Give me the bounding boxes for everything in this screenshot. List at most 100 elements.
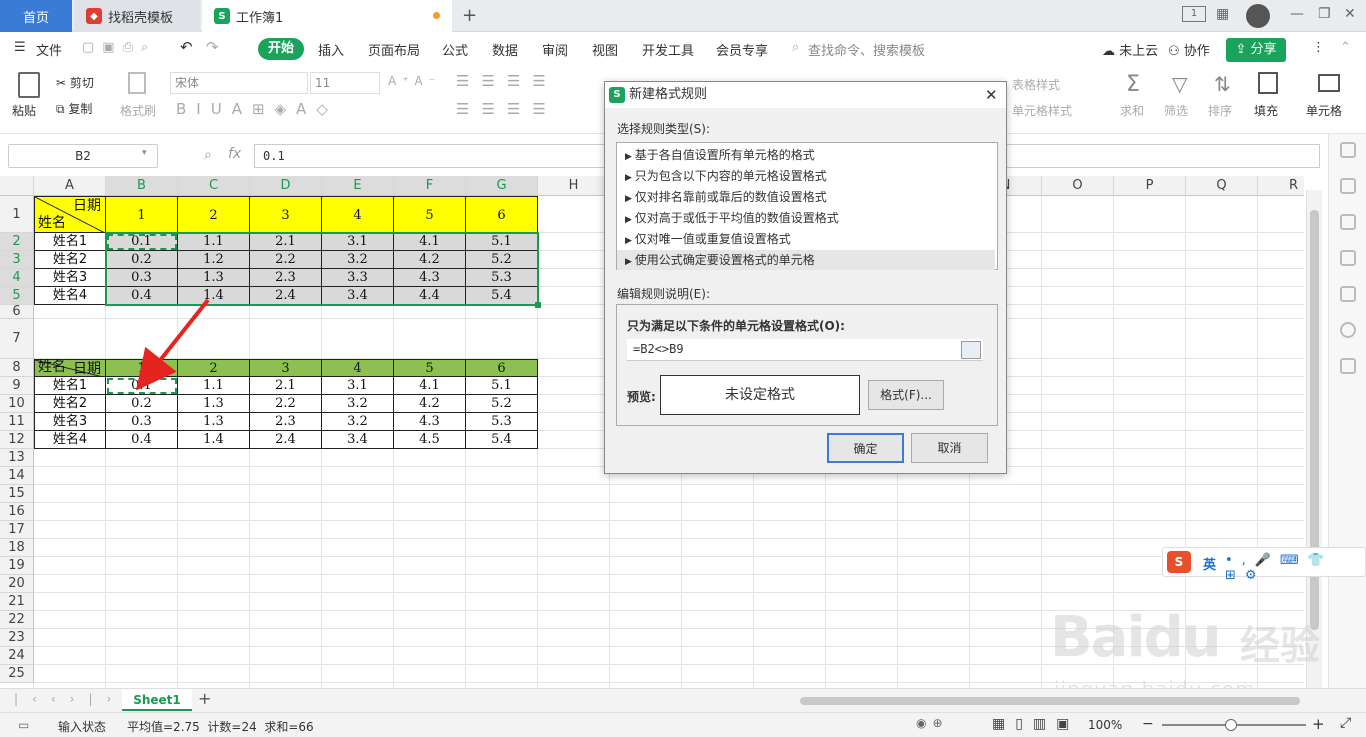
row-header[interactable]: 1 — [0, 196, 34, 233]
sheet-nav-icons[interactable]: |‹‹›|› — [14, 692, 125, 706]
column-header[interactable]: B — [106, 176, 178, 196]
menu-data[interactable]: 数据 — [492, 40, 518, 59]
value-cell[interactable]: 5.3 — [466, 413, 538, 431]
minimize-icon[interactable]: — — [1290, 6, 1304, 22]
cell-style-button[interactable]: 单元格样式 — [1012, 102, 1072, 119]
tab-workbook[interactable]: S 工作簿1 — [202, 0, 452, 32]
row-header[interactable]: 24 — [0, 647, 34, 665]
cut-button[interactable]: ✂ 剪切 — [56, 74, 94, 91]
value-cell[interactable]: 0.4 — [106, 287, 178, 305]
crop-icon[interactable] — [1340, 250, 1356, 266]
sum-icon[interactable]: Σ — [1126, 72, 1140, 97]
day-header-cell[interactable]: 5 — [394, 196, 466, 233]
day-header-cell[interactable]: 6 — [466, 196, 538, 233]
zoom-level[interactable]: 100% — [1088, 718, 1122, 732]
value-cell[interactable]: 5.1 — [466, 233, 538, 251]
rule-type-item[interactable]: ▶ 仅对高于或低于平均值的数值设置格式 — [617, 208, 995, 228]
eye-protect-icons[interactable]: ◉⊕ — [916, 716, 949, 730]
day-header-cell[interactable]: 1 — [106, 359, 178, 377]
column-header[interactable]: F — [394, 176, 466, 196]
redo-icon[interactable]: ↷ — [206, 38, 219, 56]
value-cell[interactable]: 0.3 — [106, 269, 178, 287]
fx-icon[interactable]: fx — [228, 146, 241, 162]
image-icon[interactable] — [1340, 286, 1356, 302]
value-cell[interactable]: 0.1 — [106, 377, 178, 395]
sidebar-tool-icon[interactable] — [1340, 142, 1356, 158]
font-size-select[interactable]: 11 — [310, 72, 380, 94]
name-box[interactable]: B2 — [8, 144, 158, 168]
day-header-cell[interactable]: 3 — [250, 359, 322, 377]
align-top-icons[interactable]: ☰☰☰☰ — [456, 72, 558, 90]
row-header[interactable]: 9 — [0, 377, 34, 395]
value-cell[interactable]: 3.4 — [322, 287, 394, 305]
monitor-icon[interactable]: ▭ — [18, 718, 29, 732]
value-cell[interactable]: 1.3 — [178, 395, 250, 413]
day-header-cell[interactable]: 2 — [178, 196, 250, 233]
column-header[interactable]: O — [1042, 176, 1114, 196]
select-all-corner[interactable] — [0, 176, 34, 196]
diagonal-header-cell[interactable]: 日期 姓名 — [34, 196, 107, 234]
column-header[interactable]: Q — [1186, 176, 1258, 196]
value-cell[interactable]: 3.2 — [322, 251, 394, 269]
quick-access-icons[interactable]: ▢▣⎙⌕ — [82, 40, 156, 55]
restore-icon[interactable]: ❐ — [1318, 6, 1331, 22]
align-bottom-icons[interactable]: ☰☰☰☰ — [456, 100, 558, 118]
value-cell[interactable]: 1.4 — [178, 287, 250, 305]
value-cell[interactable]: 4.3 — [394, 269, 466, 287]
paste-label[interactable]: 粘贴 — [12, 102, 36, 119]
row-header[interactable]: 10 — [0, 395, 34, 413]
value-cell[interactable]: 2.3 — [250, 413, 322, 431]
day-header-cell[interactable]: 5 — [394, 359, 466, 377]
fill-icon[interactable] — [1258, 72, 1278, 94]
value-cell[interactable]: 3.1 — [322, 377, 394, 395]
value-cell[interactable]: 2.1 — [250, 377, 322, 395]
value-cell[interactable]: 5.2 — [466, 251, 538, 269]
value-cell[interactable]: 5.3 — [466, 269, 538, 287]
copy-button[interactable]: ⧉ 复制 — [56, 100, 92, 117]
row-header[interactable]: 11 — [0, 413, 34, 431]
sliders-icon[interactable] — [1340, 214, 1356, 230]
value-cell[interactable]: 3.4 — [322, 431, 394, 449]
close-icon[interactable]: ✕ — [985, 82, 998, 108]
name-cell[interactable]: 姓名1 — [34, 233, 106, 251]
cloud-status[interactable]: ☁ 未上云 — [1102, 40, 1158, 59]
value-cell[interactable]: 4.1 — [394, 233, 466, 251]
zoom-out-icon[interactable]: − — [1142, 716, 1154, 732]
zoom-search-icon[interactable]: ⌕ — [204, 147, 212, 163]
row-header[interactable]: 6 — [0, 305, 34, 319]
value-cell[interactable]: 0.2 — [106, 395, 178, 413]
formula-input[interactable]: =B2<>B9 — [627, 339, 983, 361]
value-cell[interactable]: 5.1 — [466, 377, 538, 395]
range-picker-icon[interactable] — [961, 341, 981, 359]
name-cell[interactable]: 姓名3 — [34, 269, 106, 287]
day-header-cell[interactable]: 4 — [322, 196, 394, 233]
row-header[interactable]: 25 — [0, 665, 34, 683]
value-cell[interactable]: 1.3 — [178, 413, 250, 431]
rule-type-item[interactable]: ▶ 只为包含以下内容的单元格设置格式 — [617, 166, 995, 186]
day-header-cell[interactable]: 4 — [322, 359, 394, 377]
name-cell[interactable]: 姓名4 — [34, 287, 106, 305]
name-cell[interactable]: 姓名4 — [34, 431, 106, 449]
font-grow-shrink-icons[interactable]: A⁺A⁻ — [388, 74, 441, 88]
rule-type-item[interactable]: ▶ 使用公式确定要设置格式的单元格 — [617, 250, 995, 270]
name-cell[interactable]: 姓名2 — [34, 395, 106, 413]
day-header-cell[interactable]: 6 — [466, 359, 538, 377]
add-sheet-button[interactable]: + — [198, 689, 211, 708]
value-cell[interactable]: 1.4 — [178, 431, 250, 449]
value-cell[interactable]: 3.3 — [322, 269, 394, 287]
zoom-slider-thumb[interactable] — [1225, 719, 1237, 731]
menu-member[interactable]: 会员专享 — [716, 40, 768, 59]
row-header[interactable]: 20 — [0, 575, 34, 593]
format-button[interactable]: 格式(F)... — [868, 380, 944, 410]
sort-label[interactable]: 排序 — [1208, 102, 1232, 119]
apps-grid-icon[interactable]: ▦ — [1216, 6, 1229, 22]
page-view-icon[interactable]: 1 — [1182, 6, 1206, 22]
row-header[interactable]: 5 — [0, 287, 34, 305]
cancel-button[interactable]: 取消 — [911, 433, 988, 463]
font-name-select[interactable]: 宋体 — [170, 72, 308, 94]
filter-icon[interactable]: ▽ — [1172, 72, 1187, 96]
view-mode-icons[interactable]: ▦▯▥▣ — [992, 716, 1079, 732]
value-cell[interactable]: 4.2 — [394, 251, 466, 269]
day-header-cell[interactable]: 2 — [178, 359, 250, 377]
row-header[interactable]: 14 — [0, 467, 34, 485]
